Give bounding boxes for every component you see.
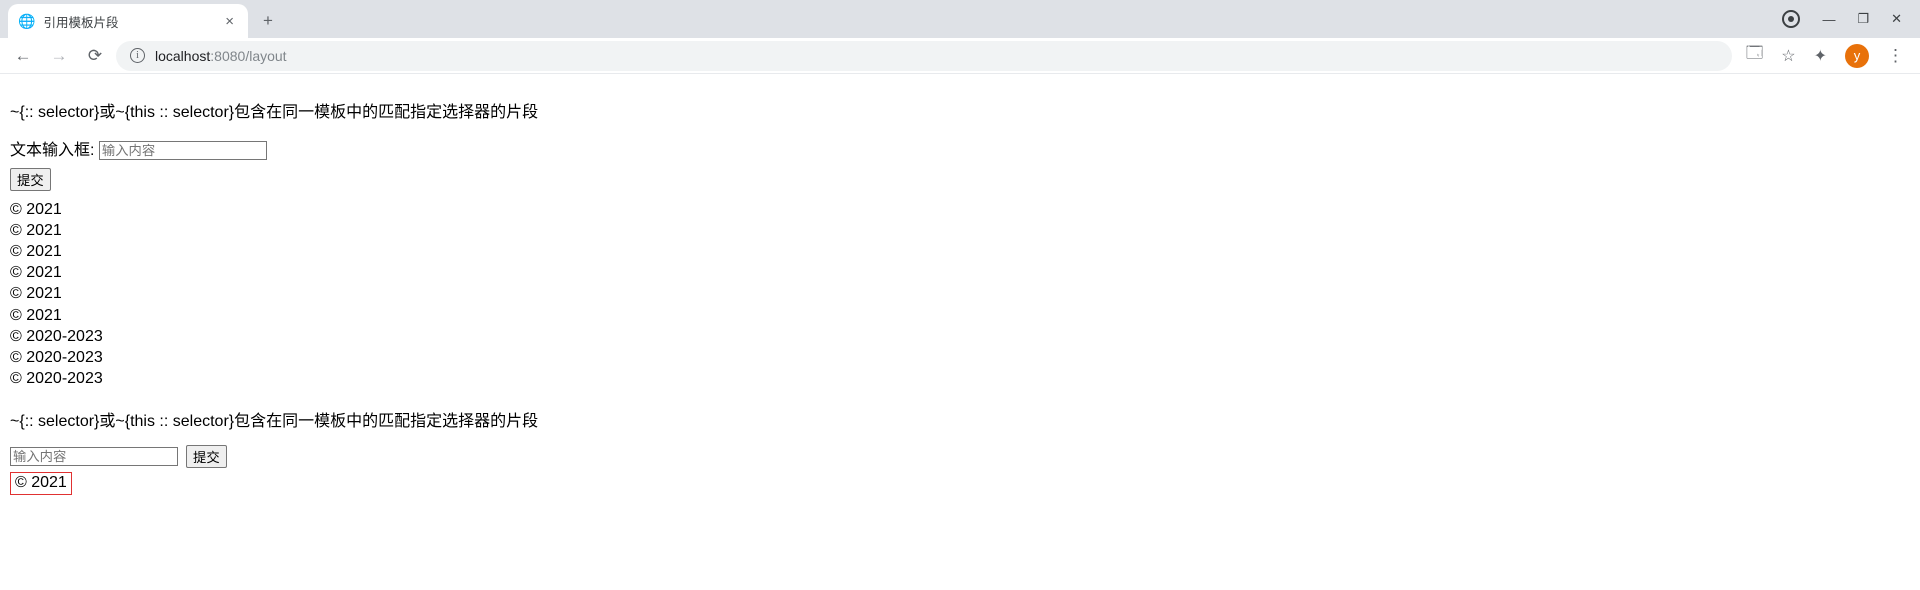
highlighted-copyright: © 2021 xyxy=(10,472,72,495)
text-input-1[interactable] xyxy=(99,141,267,160)
copyright-item: © 2020-2023 xyxy=(10,347,1910,368)
text-input-2[interactable] xyxy=(10,447,178,466)
profile-avatar[interactable]: y xyxy=(1845,44,1869,68)
second-block: ~{:: selector}或~{this :: selector}包含在同一模… xyxy=(10,407,1910,495)
copyright-item: © 2021 xyxy=(10,199,1910,220)
submit-button-2[interactable]: 提交 xyxy=(186,445,227,468)
close-window-icon[interactable]: ✕ xyxy=(1891,11,1902,27)
extensions-icon[interactable]: ✦ xyxy=(1814,46,1827,66)
globe-icon: 🌐 xyxy=(18,13,35,30)
browser-tab[interactable]: 🌐 引用模板片段 × xyxy=(8,4,248,38)
copyright-item: © 2020-2023 xyxy=(10,368,1910,389)
tab-title: 引用模板片段 xyxy=(43,12,213,31)
copyright-list: © 2021 © 2021 © 2021 © 2021 © 2021 © 202… xyxy=(10,199,1910,389)
copyright-item: © 2021 xyxy=(10,241,1910,262)
minimize-icon[interactable]: — xyxy=(1822,12,1835,27)
toolbar-right: 🗔 ☆ ✦ y ⋮ xyxy=(1738,42,1912,69)
new-tab-button[interactable]: + xyxy=(254,7,282,35)
site-info-icon[interactable]: i xyxy=(130,48,145,63)
url-text: localhost:8080/layout xyxy=(155,48,287,64)
bookmark-star-icon[interactable]: ☆ xyxy=(1781,46,1795,66)
maximize-icon[interactable]: ❐ xyxy=(1857,11,1869,27)
submit-row-1: 提交 xyxy=(10,168,1910,191)
address-bar[interactable]: i localhost:8080/layout xyxy=(116,41,1732,71)
form-row-1: 文本输入框: xyxy=(10,136,1910,160)
form-row-2: 提交 xyxy=(10,445,1910,468)
selector-note: ~{:: selector}或~{this :: selector}包含在同一模… xyxy=(10,98,1910,122)
reload-button[interactable]: ⟳ xyxy=(80,41,110,71)
browser-tab-strip: 🌐 引用模板片段 × + — ❐ ✕ xyxy=(0,0,1920,38)
browser-toolbar: ← → ⟳ i localhost:8080/layout 🗔 ☆ ✦ y ⋮ xyxy=(0,38,1920,74)
menu-icon[interactable]: ⋮ xyxy=(1887,46,1904,66)
close-tab-icon[interactable]: × xyxy=(221,14,238,29)
window-controls: — ❐ ✕ xyxy=(1782,0,1920,38)
profile-indicator-icon[interactable] xyxy=(1782,10,1800,28)
copyright-item: © 2021 xyxy=(10,220,1910,241)
translate-icon[interactable]: 🗔 xyxy=(1746,42,1763,69)
submit-button-1[interactable]: 提交 xyxy=(10,168,51,191)
text-input-label: 文本输入框: xyxy=(10,142,94,159)
copyright-item: © 2020-2023 xyxy=(10,326,1910,347)
selector-note-2: ~{:: selector}或~{this :: selector}包含在同一模… xyxy=(10,407,1910,431)
copyright-item: © 2021 xyxy=(10,305,1910,326)
copyright-item: © 2021 xyxy=(10,283,1910,304)
page-content: ~{:: selector}或~{this :: selector}包含在同一模… xyxy=(0,74,1920,505)
forward-button: → xyxy=(44,41,74,71)
copyright-item: © 2021 xyxy=(10,262,1910,283)
back-button[interactable]: ← xyxy=(8,41,38,71)
